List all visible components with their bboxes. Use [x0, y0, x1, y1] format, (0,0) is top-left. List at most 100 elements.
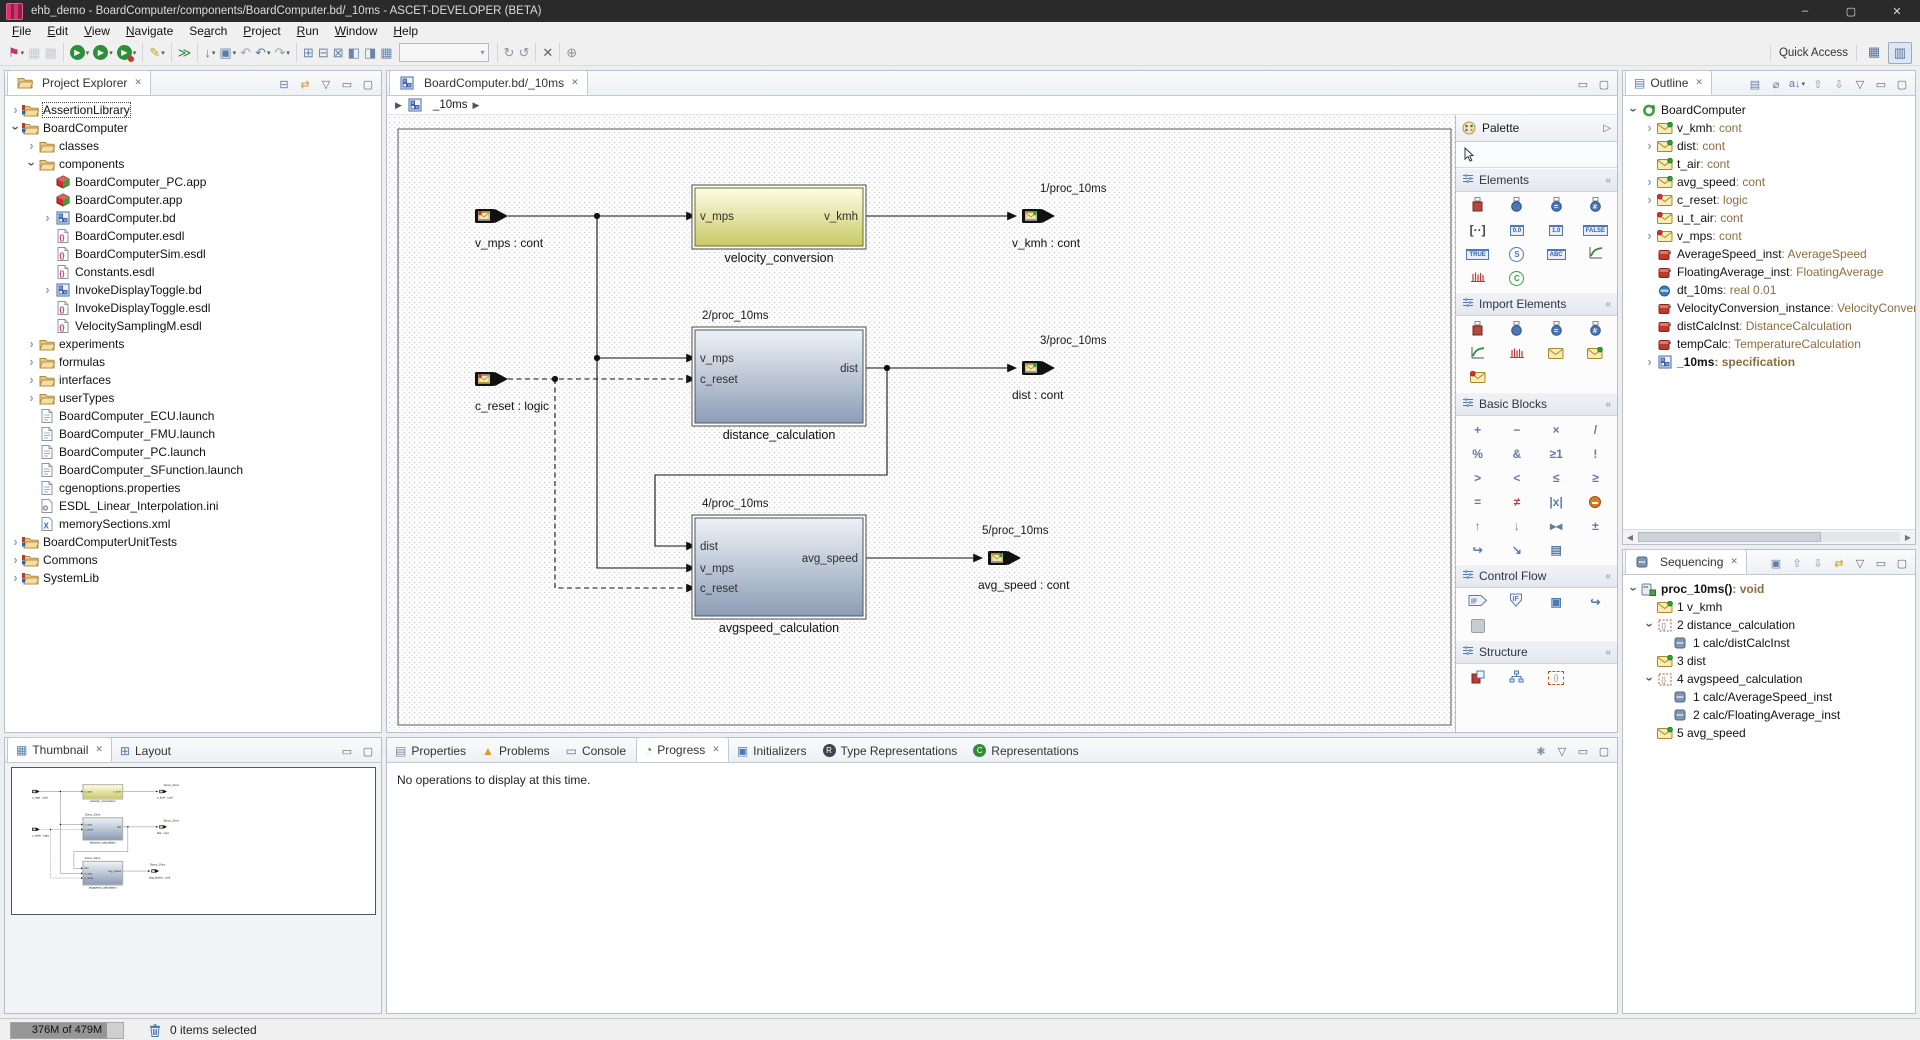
expand-arrow-icon[interactable]: › [1643, 174, 1656, 190]
palette-item-division[interactable]: / [1576, 418, 1615, 442]
view-menu-icon[interactable]: ▽ [1851, 75, 1869, 93]
palette-item-boundary-box[interactable]: {} [1537, 666, 1576, 690]
sequencing-item-4-avgspeed-calculation[interactable]: ›{}4 avgspeed_calculation [1627, 670, 1915, 688]
minimize-icon[interactable]: ▭ [1574, 742, 1592, 760]
project-explorer-item-boardcomputerunittests[interactable]: ›BoardComputerUnitTests [9, 533, 381, 551]
palette-item-subtraction[interactable]: − [1497, 418, 1536, 442]
expand-arrow-icon[interactable]: › [1642, 619, 1658, 632]
sequencing-tab-sequencing[interactable]: Sequencing✕ [1625, 549, 1747, 574]
palette-item-and[interactable]: & [1497, 442, 1536, 466]
outline-item-distcalcinst[interactable]: sdistCalcInst : DistanceCalculation [1627, 317, 1915, 335]
palette-item-not[interactable]: ! [1576, 442, 1615, 466]
palette-item-hierarchy[interactable] [1497, 666, 1536, 690]
outline-item-tempcalc[interactable]: stempCalc : TemperatureCalculation [1627, 335, 1915, 353]
project-explorer-item-formulas[interactable]: ›formulas [9, 353, 381, 371]
palette-item-component[interactable] [1458, 666, 1497, 690]
connection[interactable] [51, 829, 84, 878]
port-avg_speed[interactable]: 5/proc_10msavg_speed : cont [978, 525, 1070, 592]
maximize-window-icon[interactable]: ▢ [1828, 0, 1874, 22]
project-explorer-item-components[interactable]: ›components [9, 155, 381, 173]
palette-item-imported-parameter[interactable] [1458, 318, 1497, 342]
breadcrumb-expand-icon[interactable]: ▶ [395, 100, 402, 111]
palette-section-structure[interactable]: Structure« [1456, 640, 1617, 664]
menu-project[interactable]: Project [235, 22, 288, 40]
project-explorer-item-interfaces[interactable]: ›interfaces [9, 371, 381, 389]
palette-item-imported-characteristic[interactable] [1458, 342, 1497, 366]
menu-run[interactable]: Run [289, 22, 327, 40]
expand-arrow-icon[interactable]: › [1643, 192, 1656, 208]
bottom-tab-type-representations[interactable]: RType Representations [815, 739, 966, 762]
palette-item-variable[interactable] [1497, 194, 1536, 218]
outline-item-v-kmh[interactable]: ›v_kmh : cont [1627, 119, 1915, 137]
outline-item-u-t-air[interactable]: u_t_air : cont [1627, 209, 1915, 227]
palette-item-modulo[interactable]: % [1458, 442, 1497, 466]
dropdown-arrow-icon[interactable]: ▾ [233, 49, 237, 57]
link-diagram-icon[interactable]: ▤ [1746, 75, 1764, 93]
sequencing-item-1-v-kmh[interactable]: 1 v_kmh [1627, 598, 1915, 616]
toolbar-rotate-right-button[interactable]: ↺ [516, 42, 531, 64]
outline-item-v-mps[interactable]: ›v_mps : cont [1627, 227, 1915, 245]
close-tab-icon[interactable]: ✕ [1695, 77, 1703, 88]
connection[interactable] [555, 379, 695, 588]
project-explorer-item-cgenoptions-properties[interactable]: cgenoptions.properties [9, 479, 381, 497]
menu-view[interactable]: View [76, 22, 118, 40]
palette-item-equal[interactable]: = [1458, 490, 1497, 514]
view-menu-icon[interactable]: ▽ [1851, 554, 1869, 572]
block-distance_calculation[interactable]: 2/proc_10msv_mpsc_resetdistdistance_calc… [82, 812, 122, 844]
project-explorer-item-boardcomputer-app[interactable]: BoardComputer.app [9, 191, 381, 209]
expand-arrow-icon[interactable]: › [25, 372, 38, 388]
palette-item-plus-minus[interactable]: ± [1576, 514, 1615, 538]
dropdown-arrow-icon[interactable]: ▾ [86, 49, 90, 57]
garbage-collect-icon[interactable] [148, 1023, 162, 1038]
maximize-icon[interactable]: ▢ [359, 75, 377, 93]
expand-arrow-icon[interactable]: › [25, 138, 38, 154]
port-dist[interactable]: 3/proc_10msdist : cont [157, 818, 180, 835]
toolbar-save-button[interactable]: ▦ [26, 42, 42, 64]
view-menu-icon[interactable]: ▽ [1553, 742, 1571, 760]
palette-section-import-elements[interactable]: Import Elements« [1456, 292, 1617, 316]
palette-item-multiplexer[interactable]: ▸◂ [1537, 514, 1576, 538]
palette-item-complex[interactable]: C [1497, 266, 1536, 290]
heap-status[interactable]: 376M of 479M [10, 1022, 124, 1039]
expand-arrow-icon[interactable]: › [41, 210, 54, 226]
quick-access-button[interactable]: Quick Access [1770, 45, 1857, 61]
project-explorer-item-boardcomputer-fmu-launch[interactable]: BoardComputer_FMU.launch [9, 425, 381, 443]
selection-tool[interactable] [1456, 142, 1617, 168]
close-tab-icon[interactable]: ✕ [1730, 556, 1738, 567]
expand-arrow-icon[interactable]: › [1642, 673, 1658, 686]
sequencing-item-5-avg-speed[interactable]: 5 avg_speed [1627, 724, 1915, 742]
palette-item-maximum[interactable]: ↑ [1458, 514, 1497, 538]
palette-item-absolute-value[interactable]: |x| [1537, 490, 1576, 514]
expand-arrow-icon[interactable]: › [1643, 120, 1656, 136]
project-explorer-item-velocitysamplingm-esdl[interactable]: {}VelocitySamplingM.esdl [9, 317, 381, 335]
project-explorer-item-boardcomputer-bd[interactable]: ›BoardComputer.bd [9, 209, 381, 227]
palette-item-case[interactable]: ↪ [1458, 538, 1497, 562]
toolbar-align-left-button[interactable]: ◧ [346, 42, 362, 64]
palette-item-sequence-call[interactable]: ↪ [1576, 590, 1615, 614]
toolbar-combo[interactable]: ▾ [399, 43, 489, 62]
thumbnail-tab-layout[interactable]: ⊞Layout [112, 739, 179, 762]
expand-arrow-icon[interactable]: › [1626, 583, 1642, 596]
update-sequencing-icon[interactable]: ⇄ [1830, 554, 1848, 572]
project-explorer-item-usertypes[interactable]: ›userTypes [9, 389, 381, 407]
hide-dependencies-icon[interactable]: ⌀ [1767, 75, 1785, 93]
project-explorer-item-memorysections-xml[interactable]: XmemorySections.xml [9, 515, 381, 533]
minimize-icon[interactable]: ▭ [1574, 75, 1592, 93]
toolbar-undo-button[interactable]: ↶▾ [253, 42, 272, 64]
project-explorer-item-constants-esdl[interactable]: {}Constants.esdl [9, 263, 381, 281]
palette-item-characteristic-value[interactable]: 0.0 [1497, 218, 1536, 242]
toolbar-code-generation-button[interactable]: ✎▾ [147, 42, 166, 64]
outline-hscrollbar[interactable]: ◀ ▶ [1623, 529, 1915, 544]
dropdown-arrow-icon[interactable]: ▾ [161, 49, 165, 57]
project-explorer-item-invokedisplaytoggle-bd[interactable]: ›InvokeDisplayToggle.bd [9, 281, 381, 299]
palette-item-less-equal[interactable]: ≤ [1537, 466, 1576, 490]
palette-item-terminate[interactable] [1576, 490, 1615, 514]
close-tab-icon[interactable]: ✕ [95, 744, 103, 755]
bottom-tab-properties[interactable]: ▤Properties [387, 739, 474, 762]
palette-item-imported-variable[interactable] [1497, 318, 1536, 342]
block-avgspeed_calculation[interactable]: 4/proc_10msdistv_mpsc_resetavg_speedavgs… [692, 498, 866, 635]
palette-item-enumeration[interactable]: ABC [1537, 242, 1576, 266]
toolbar-run-button[interactable]: ▶▾ [91, 42, 115, 64]
dropdown-arrow-icon[interactable]: ▾ [1802, 80, 1806, 88]
palette-item-minimum[interactable]: ↓ [1497, 514, 1536, 538]
